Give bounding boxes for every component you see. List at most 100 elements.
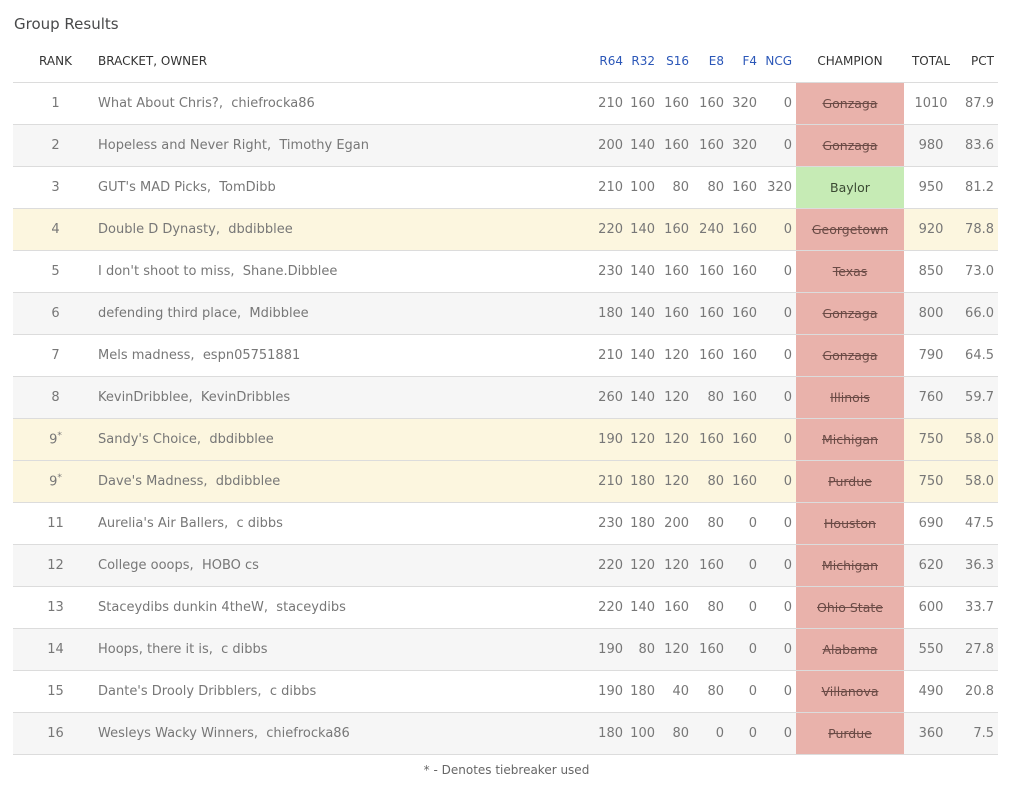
- score-r32: 180: [627, 460, 659, 503]
- rank-cell: 5: [13, 250, 98, 293]
- owner-name[interactable]: chiefrocka86: [266, 726, 350, 741]
- bracket-name[interactable]: What About Chris?: [98, 96, 219, 111]
- bracket-name[interactable]: Dante's Drooly Dribblers: [98, 684, 257, 699]
- separator: ,: [203, 474, 216, 489]
- owner-name[interactable]: TomDibb: [219, 180, 275, 195]
- col-header-bracket[interactable]: BRACKET, OWNER: [98, 40, 592, 83]
- table-row: 9* Dave's Madness, dbdibblee 210 180 120 80 16…: [13, 460, 998, 503]
- percentile: 59.7: [958, 376, 998, 419]
- table-row: 6 defending third place, Mdibblee 180 140 16…: [13, 292, 998, 335]
- score-f4: 320: [728, 82, 761, 125]
- table-row: 8 KevinDribblee, KevinDribbles 260 140 120 80…: [13, 376, 998, 419]
- owner-name[interactable]: chiefrocka86: [231, 96, 315, 111]
- total-score: 620: [904, 544, 958, 587]
- col-header-champion[interactable]: CHAMPION: [796, 40, 904, 83]
- bracket-name[interactable]: Wesleys Wacky Winners: [98, 726, 254, 741]
- col-header-rank[interactable]: RANK: [13, 40, 98, 83]
- bracket-link[interactable]: GUT's MAD Picks, TomDibb: [98, 166, 592, 209]
- col-header-e8[interactable]: E8: [693, 40, 728, 83]
- rank-value: 3: [51, 180, 60, 195]
- score-e8: 80: [693, 586, 728, 629]
- bracket-name[interactable]: Dave's Madness: [98, 474, 203, 489]
- separator: ,: [215, 222, 229, 237]
- bracket-link[interactable]: Hopeless and Never Right, Timothy Egan: [98, 124, 592, 167]
- rank-value: 12: [47, 558, 64, 573]
- rank-cell: 15: [13, 670, 98, 713]
- col-header-pct[interactable]: PCT: [958, 40, 998, 83]
- rank-value: 11: [47, 516, 64, 531]
- bracket-link[interactable]: Aurelia's Air Ballers, c dibbs: [98, 502, 592, 545]
- score-r64: 210: [592, 166, 627, 209]
- bracket-link[interactable]: Wesleys Wacky Winners, chiefrocka86: [98, 712, 592, 755]
- bracket-name[interactable]: KevinDribblee: [98, 390, 189, 405]
- bracket-link[interactable]: KevinDribblee, KevinDribbles: [98, 376, 592, 419]
- total-score: 1010: [904, 82, 958, 125]
- owner-name[interactable]: HOBO cs: [202, 558, 259, 573]
- score-s16: 80: [659, 712, 693, 755]
- bracket-link[interactable]: defending third place, Mdibblee: [98, 292, 592, 335]
- owner-name[interactable]: espn05751881: [203, 348, 300, 363]
- score-f4: 0: [728, 670, 761, 713]
- bracket-name[interactable]: Hoops, there it is: [98, 642, 209, 657]
- bracket-name[interactable]: Aurelia's Air Ballers: [98, 516, 224, 531]
- percentile: 78.8: [958, 208, 998, 251]
- owner-name[interactable]: staceydibs: [276, 600, 346, 615]
- bracket-name[interactable]: defending third place: [98, 306, 237, 321]
- bracket-link[interactable]: Sandy's Choice, dbdibblee: [98, 418, 592, 461]
- col-header-r64[interactable]: R64: [592, 40, 627, 83]
- owner-name[interactable]: dbdibblee: [216, 474, 280, 489]
- total-score: 750: [904, 418, 958, 461]
- bracket-link[interactable]: Dave's Madness, dbdibblee: [98, 460, 592, 503]
- table-row: 16 Wesleys Wacky Winners, chiefrocka86 180…: [13, 712, 998, 755]
- separator: ,: [206, 180, 220, 195]
- score-s16: 160: [659, 292, 693, 335]
- score-ncg: 0: [761, 124, 796, 167]
- bracket-name[interactable]: GUT's MAD Picks: [98, 180, 207, 195]
- champion-pick: Texas: [796, 250, 904, 293]
- owner-name[interactable]: c dibbs: [270, 684, 316, 699]
- col-header-s16[interactable]: S16: [659, 40, 693, 83]
- score-s16: 120: [659, 418, 693, 461]
- bracket-link[interactable]: Staceydibs dunkin 4theW, staceydibs: [98, 586, 592, 629]
- col-header-total[interactable]: TOTAL: [904, 40, 958, 83]
- owner-name[interactable]: c dibbs: [221, 642, 267, 657]
- owner-name[interactable]: dbdibblee: [228, 222, 292, 237]
- bracket-link[interactable]: Dante's Drooly Dribblers, c dibbs: [98, 670, 592, 713]
- score-ncg: 0: [761, 712, 796, 755]
- rank-cell: 11: [13, 502, 98, 545]
- owner-name[interactable]: KevinDribbles: [201, 390, 290, 405]
- bracket-name[interactable]: Double D Dynasty: [98, 222, 216, 237]
- col-header-ncg[interactable]: NCG: [761, 40, 796, 83]
- owner-name[interactable]: dbdibblee: [209, 432, 273, 447]
- bracket-name[interactable]: Hopeless and Never Right: [98, 138, 267, 153]
- owner-name[interactable]: c dibbs: [236, 516, 282, 531]
- champion-pick: Gonzaga: [796, 292, 904, 335]
- bracket-link[interactable]: College ooops, HOBO cs: [98, 544, 592, 587]
- bracket-link[interactable]: Hoops, there it is, c dibbs: [98, 628, 592, 671]
- bracket-name[interactable]: Staceydibs dunkin 4theW: [98, 600, 264, 615]
- group-results-page: Group Results RANK BRACKET, OWNER R64 R3…: [0, 0, 1013, 800]
- bracket-name[interactable]: I don't shoot to miss: [98, 264, 230, 279]
- score-f4: 160: [728, 166, 761, 209]
- score-e8: 160: [693, 334, 728, 377]
- bracket-link[interactable]: I don't shoot to miss, Shane.Dibblee: [98, 250, 592, 293]
- owner-name[interactable]: Mdibblee: [249, 306, 308, 321]
- score-r64: 190: [592, 670, 627, 713]
- separator: ,: [190, 348, 203, 363]
- bracket-link[interactable]: Double D Dynasty, dbdibblee: [98, 208, 592, 251]
- bracket-link[interactable]: Mels madness, espn05751881: [98, 334, 592, 377]
- bracket-name[interactable]: Mels madness: [98, 348, 190, 363]
- owner-name[interactable]: Shane.Dibblee: [243, 264, 338, 279]
- rank-value: 13: [47, 600, 64, 615]
- rank-cell: 4: [13, 208, 98, 251]
- rank-cell: 16: [13, 712, 98, 755]
- score-e8: 160: [693, 124, 728, 167]
- col-header-f4[interactable]: F4: [728, 40, 761, 83]
- rank-value: 7: [51, 348, 60, 363]
- bracket-name[interactable]: Sandy's Choice: [98, 432, 197, 447]
- bracket-name[interactable]: College ooops: [98, 558, 190, 573]
- owner-name[interactable]: Timothy Egan: [279, 138, 369, 153]
- bracket-link[interactable]: What About Chris?, chiefrocka86: [98, 82, 592, 125]
- tiebreaker-mark: *: [57, 473, 62, 484]
- col-header-r32[interactable]: R32: [627, 40, 659, 83]
